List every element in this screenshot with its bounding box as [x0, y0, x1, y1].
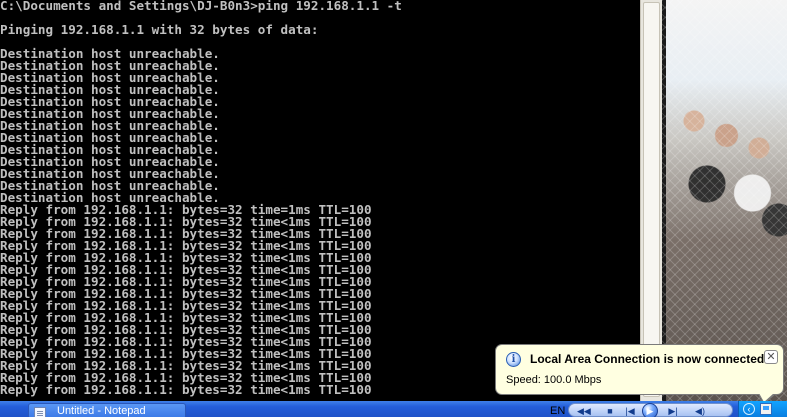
console-scrollbar[interactable] — [640, 0, 662, 401]
play-icon[interactable]: ▶ — [642, 403, 658, 417]
desktop-background-photo — [662, 0, 787, 401]
notification-title: Local Area Connection is now connected — [530, 352, 765, 366]
stop-icon[interactable]: ■ — [605, 406, 615, 416]
console-output: C:\Documents and Settings\DJ-B0n3>ping 1… — [0, 0, 402, 396]
console-line: Reply from 192.168.1.1: bytes=32 time<1m… — [0, 382, 372, 397]
language-indicator[interactable]: EN — [550, 405, 565, 417]
info-icon: i — [506, 352, 521, 367]
taskbar-button-label: Untitled - Notepad — [57, 405, 146, 417]
close-icon[interactable]: ✕ — [764, 350, 778, 364]
taskbar: Untitled - Notepad EN ◀◀ ■ |◀ ▶ ▶| ◀) ‹ — [0, 401, 787, 417]
taskbar-button-notepad[interactable]: Untitled - Notepad — [28, 403, 186, 417]
scrollbar-thumb[interactable] — [643, 2, 660, 397]
volume-icon[interactable]: ◀) — [695, 406, 705, 416]
tray-expand-icon[interactable]: ‹ — [743, 403, 755, 415]
next-icon[interactable]: ▶| — [668, 406, 678, 416]
notepad-icon — [34, 407, 46, 417]
system-tray: ‹ — [738, 401, 787, 417]
net-pattern — [662, 0, 787, 401]
rewind-icon[interactable]: ◀◀ — [577, 406, 591, 416]
network-notification-balloon[interactable]: i Local Area Connection is now connected… — [495, 344, 784, 404]
notification-text: Speed: 100.0 Mbps — [506, 374, 602, 386]
console-line: Pinging 192.168.1.1 with 32 bytes of dat… — [0, 22, 319, 37]
network-icon[interactable] — [760, 403, 772, 415]
console-line: C:\Documents and Settings\DJ-B0n3>ping 1… — [0, 0, 402, 13]
command-prompt-window[interactable]: C:\Documents and Settings\DJ-B0n3>ping 1… — [0, 0, 640, 401]
media-player-toolbar[interactable]: ◀◀ ■ |◀ ▶ ▶| ◀) — [568, 403, 733, 417]
previous-icon[interactable]: |◀ — [625, 406, 635, 416]
